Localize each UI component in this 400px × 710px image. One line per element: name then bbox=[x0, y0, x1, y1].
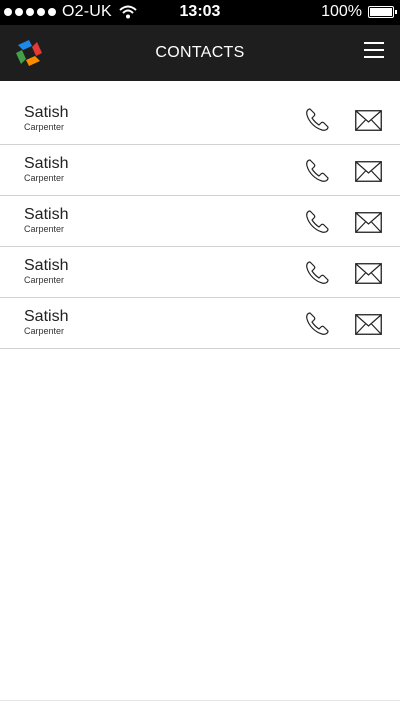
contact-list: Satish Carpenter Satish Carpenter Satish… bbox=[0, 94, 400, 349]
contact-row[interactable]: Satish Carpenter bbox=[0, 298, 400, 349]
mail-icon[interactable] bbox=[355, 263, 382, 284]
status-bar: O2-UK 13:03 100% bbox=[0, 0, 400, 25]
phone-icon[interactable] bbox=[304, 260, 330, 286]
mail-icon[interactable] bbox=[355, 212, 382, 233]
contact-name: Satish bbox=[24, 206, 69, 223]
hamburger-menu-icon[interactable] bbox=[364, 42, 384, 60]
phone-icon[interactable] bbox=[304, 107, 330, 133]
contact-role: Carpenter bbox=[24, 224, 65, 234]
contact-name: Satish bbox=[24, 308, 69, 325]
battery-icon bbox=[368, 6, 397, 18]
bottom-divider bbox=[0, 700, 400, 701]
phone-icon[interactable] bbox=[304, 209, 330, 235]
mail-icon[interactable] bbox=[355, 110, 382, 131]
mail-icon[interactable] bbox=[355, 161, 382, 182]
contact-role: Carpenter bbox=[24, 326, 65, 336]
phone-icon[interactable] bbox=[304, 158, 330, 184]
contact-role: Carpenter bbox=[24, 122, 65, 132]
battery-percent: 100% bbox=[321, 3, 362, 20]
mail-icon[interactable] bbox=[355, 314, 382, 335]
contact-name: Satish bbox=[24, 104, 69, 121]
app-header: CONTACTS bbox=[0, 25, 400, 81]
contact-row[interactable]: Satish Carpenter bbox=[0, 247, 400, 298]
page-title: CONTACTS bbox=[155, 44, 245, 61]
contact-row[interactable]: Satish Carpenter bbox=[0, 196, 400, 247]
contact-name: Satish bbox=[24, 257, 69, 274]
contact-name: Satish bbox=[24, 155, 69, 172]
phone-icon[interactable] bbox=[304, 311, 330, 337]
status-right: 100% bbox=[321, 3, 397, 21]
contact-row[interactable]: Satish Carpenter bbox=[0, 94, 400, 145]
contact-role: Carpenter bbox=[24, 173, 65, 183]
contact-role: Carpenter bbox=[24, 275, 65, 285]
contact-row[interactable]: Satish Carpenter bbox=[0, 145, 400, 196]
